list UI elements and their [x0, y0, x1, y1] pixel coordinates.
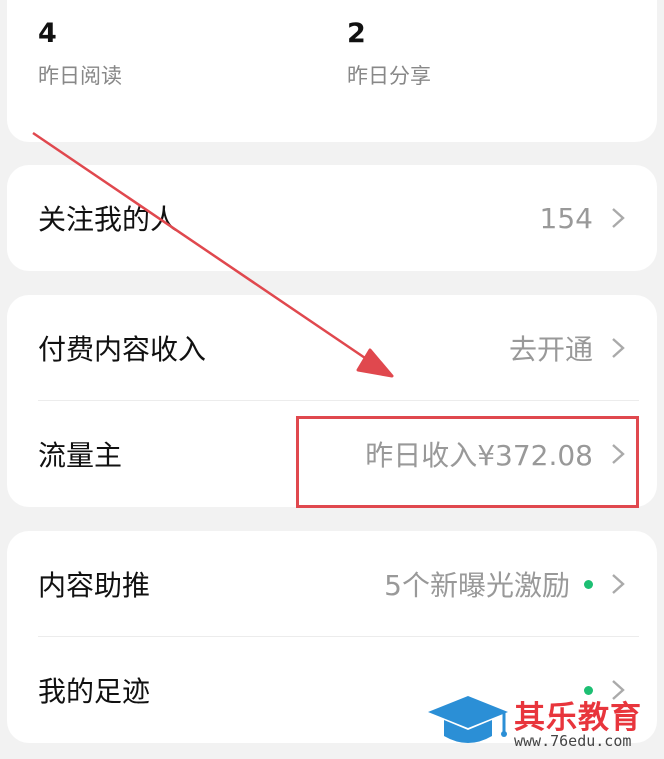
watermark-name: 其乐教育 — [514, 700, 642, 736]
watermark-url: www.76edu.com — [514, 732, 632, 750]
graduation-cap-icon — [428, 696, 508, 743]
watermark: 其乐教育 www.76edu.com — [426, 688, 662, 754]
annotation-arrow — [32, 131, 394, 378]
